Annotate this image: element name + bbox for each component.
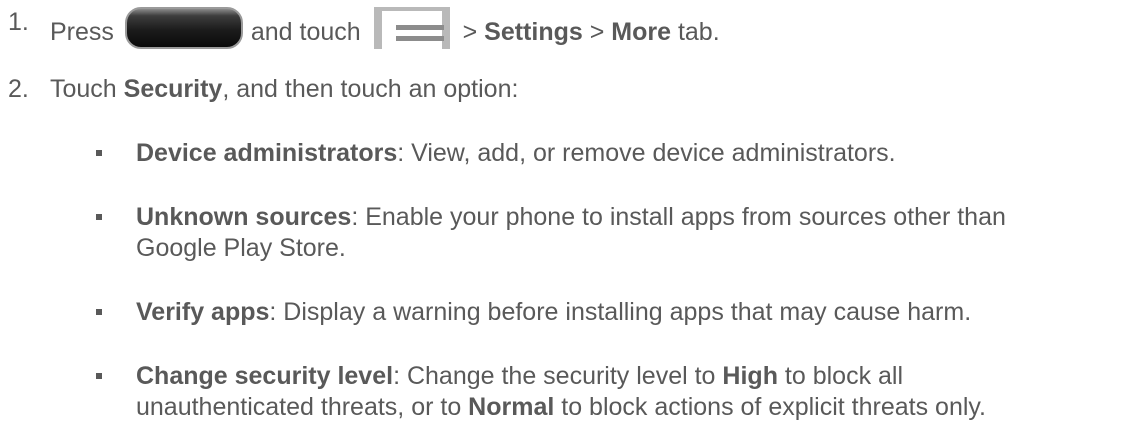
step-2-rest: , and then touch an option: xyxy=(222,75,519,103)
option-line: Verify apps: Display a warning before in… xyxy=(136,297,971,328)
option-description: unauthenticated threats, or to xyxy=(136,393,469,421)
more-tab-label: More xyxy=(611,18,671,46)
option-description: to block actions of explicit threats onl… xyxy=(554,393,987,421)
option-description: : Change the security level to xyxy=(393,362,723,390)
step-1-text: Press and touch > Settings > More tab. xyxy=(50,7,720,49)
option-line: Unknown sources: Enable your phone to in… xyxy=(136,202,1006,233)
option-line: Change security level: Change the securi… xyxy=(136,361,903,392)
security-label: Security xyxy=(123,75,223,103)
and-touch-text: and touch xyxy=(250,18,361,46)
bullet-icon xyxy=(96,214,102,220)
option-line: Device administrators: View, add, or rem… xyxy=(136,138,896,169)
option-line-continued: unauthenticated threats, or to Normal to… xyxy=(136,392,986,423)
option-description: : Display a warning before installing ap… xyxy=(269,298,972,326)
settings-label: Settings xyxy=(484,18,583,46)
option-description: : View, add, or remove device administra… xyxy=(397,139,896,167)
menu-line-icon xyxy=(395,36,444,41)
tab-text: tab. xyxy=(671,18,720,46)
high-level-label: High xyxy=(722,362,778,390)
option-line-continued: Google Play Store. xyxy=(136,234,346,262)
option-term: Unknown sources xyxy=(136,203,352,231)
menu-key-face xyxy=(381,11,444,49)
step-number: 2. xyxy=(8,75,29,103)
option-term: Verify apps xyxy=(136,298,270,326)
option-description: to block all xyxy=(777,362,904,390)
home-key-icon xyxy=(124,7,243,49)
press-text: Press xyxy=(50,18,114,46)
bullet-icon xyxy=(96,150,102,156)
step-number: 1. xyxy=(8,8,29,36)
separator: > xyxy=(582,18,612,46)
option-description: : Enable your phone to install apps from… xyxy=(351,203,1006,231)
option-term: Change security level xyxy=(136,362,394,390)
step-2-text: Touch Security, and then touch an option… xyxy=(50,74,518,104)
bullet-icon xyxy=(96,373,102,379)
normal-level-label: Normal xyxy=(468,393,555,421)
option-term: Device administrators xyxy=(136,139,398,167)
bullet-icon xyxy=(96,309,102,315)
separator: > xyxy=(455,18,485,46)
menu-key-icon xyxy=(373,7,450,49)
touch-text: Touch xyxy=(50,75,124,103)
menu-line-icon xyxy=(395,25,444,30)
